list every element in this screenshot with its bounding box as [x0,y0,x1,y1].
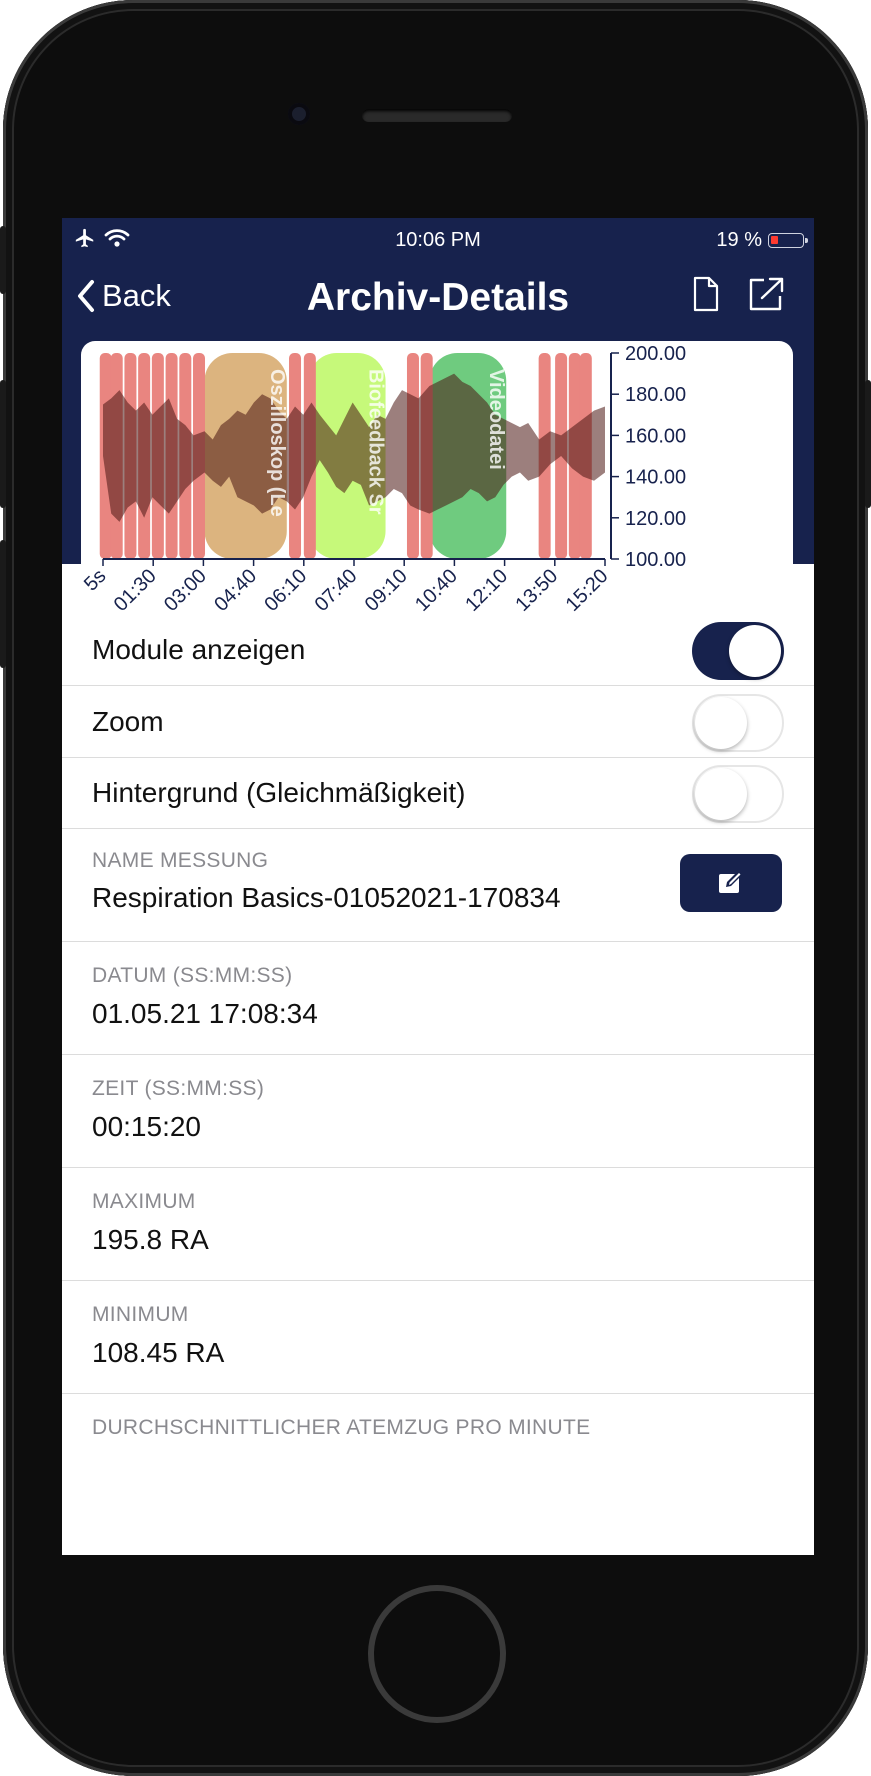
status-time: 10:06 PM [395,229,481,251]
x-tick-label: 07:40 [311,565,362,616]
show-modules-label: Module anzeigen [92,634,306,665]
date-label: DATUM (SS:MM:SS) [92,964,293,987]
row-avg-breath: DURCHSCHNITTLICHER ATEMZUG PRO MINUTE [62,1394,814,1555]
minimum-label: MINIMUM [92,1303,189,1326]
y-tick-label: 200.00 [625,343,686,365]
x-tick-label: 01:30 [110,565,161,616]
x-tick-label: 10:40 [411,565,462,616]
module-label: Oszilloskop (Le [266,369,288,517]
row-show-modules: Module anzeigen [62,616,814,686]
row-date: DATUM (SS:MM:SS) 01.05.21 17:08:34 [62,942,814,1055]
background-label: Hintergrund (Gleichmäßigkeit) [92,777,466,808]
x-tick-label: 09:10 [361,565,412,616]
power-button [865,380,871,508]
date-value: 01.05.21 17:08:34 [92,998,318,1029]
battery-level [771,236,778,244]
toggle-knob [729,625,781,677]
status-right: 19 % [716,229,808,252]
home-button[interactable] [368,1585,506,1723]
y-tick-label: 140.00 [625,467,686,489]
maximum-value: 195.8 RA [92,1224,209,1255]
row-time: ZEIT (SS:MM:SS) 00:15:20 [62,1055,814,1168]
x-tick-label: 06:10 [260,565,311,616]
nav-actions [692,276,786,312]
x-tick-label: 5s [81,565,111,595]
time-value: 00:15:20 [92,1111,201,1142]
chart-panel: Oszilloskop (Le Biofeedback Sr Videodatei … [62,334,814,672]
zoom-label: Zoom [92,706,164,737]
share-icon[interactable] [748,276,786,312]
x-tick-label: 13:50 [511,565,562,616]
silent-switch [0,226,6,294]
x-tick-label: 03:00 [160,565,211,616]
y-tick-label: 160.00 [625,425,686,447]
row-maximum: MAXIMUM 195.8 RA [62,1168,814,1281]
front-camera [288,103,310,125]
row-background: Hintergrund (Gleichmäßigkeit) [62,758,814,829]
row-minimum: MINIMUM 108.45 RA [62,1281,814,1394]
status-bar: 10:06 PM 19 % [62,218,814,262]
edit-icon [719,871,742,893]
nav-bar: Back Archiv-Details [62,262,814,334]
toggle-knob [695,768,747,820]
y-tick-label: 120.00 [625,508,686,530]
edit-name-button[interactable] [680,854,782,912]
module-label: Biofeedback Sr [365,369,387,515]
name-value: Respiration Basics-01052021-170834 [92,882,561,913]
y-tick-label: 100.00 [625,549,686,571]
background-toggle[interactable] [692,765,784,823]
y-tick-label: 180.00 [625,384,686,406]
earpiece-speaker [362,109,512,122]
toggle-knob [695,697,747,749]
x-tick-label: 15:20 [562,565,613,616]
app-screen: 10:06 PM 19 % Back Archiv-Details Oszill… [62,218,814,1555]
volume-up-button [0,380,6,508]
battery-icon [768,233,808,248]
minimum-value: 108.45 RA [92,1337,225,1368]
module-label: Videodatei [485,369,507,470]
show-modules-toggle[interactable] [692,622,784,680]
avg-breath-label: DURCHSCHNITTLICHER ATEMZUG PRO MINUTE [92,1416,591,1439]
row-zoom: Zoom [62,686,814,758]
maximum-label: MAXIMUM [92,1190,196,1213]
volume-down-button [0,540,6,668]
battery-percent: 19 % [716,229,762,251]
x-tick-label: 12:10 [461,565,512,616]
zoom-toggle[interactable] [692,694,784,752]
row-name: NAME MESSUNG Respiration Basics-01052021… [62,829,814,942]
time-label: ZEIT (SS:MM:SS) [92,1077,265,1100]
x-tick-label: 04:40 [210,565,261,616]
name-label: NAME MESSUNG [92,849,269,872]
document-icon[interactable] [692,276,720,312]
